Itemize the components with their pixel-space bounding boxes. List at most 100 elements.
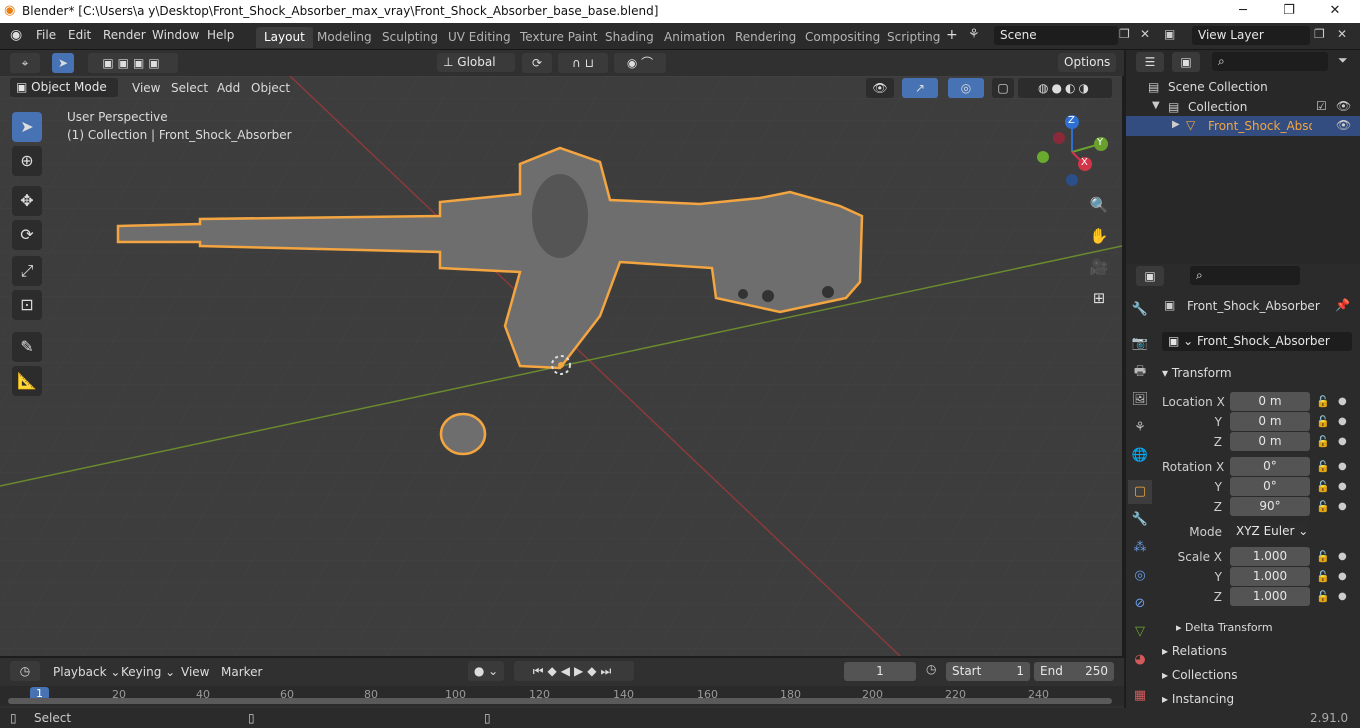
blender-menu-icon[interactable]: ◉ (10, 27, 22, 43)
location-x-lock-icon[interactable]: 🔓 (1316, 395, 1330, 408)
current-frame-field[interactable]: 1 (844, 662, 916, 681)
nut-part[interactable] (439, 412, 487, 456)
select-tool-icon[interactable]: ➤ (12, 112, 42, 142)
pan-hand-icon[interactable]: ✋ (1085, 222, 1113, 250)
transform-orientation-dropdown[interactable]: ⊥ Global (437, 53, 515, 72)
object-name-field[interactable]: ▣ ⌄ Front_Shock_Absorber (1162, 332, 1352, 351)
xray-toggle-icon[interactable]: ▢ (992, 78, 1014, 98)
object-visibility-icon[interactable]: 👁 (1336, 118, 1351, 132)
pin-icon[interactable]: 📌 (1335, 298, 1350, 312)
rotation-mode-dropdown[interactable]: XYZ Euler ⌄ (1230, 522, 1310, 541)
select-box-tool-icon[interactable]: ➤ (52, 53, 74, 73)
location-y-lock-icon[interactable]: 🔓 (1316, 415, 1330, 428)
rotation-z-field[interactable]: 90° (1230, 497, 1310, 516)
shading-mode-icons[interactable]: ◍●◐◑ (1018, 78, 1112, 98)
tab-texture-paint[interactable]: Texture Paint (512, 27, 605, 48)
timeline-menu-playback[interactable]: Playback ⌄ (53, 665, 120, 679)
3d-viewport[interactable]: Z Y X User Perspective (1) Collection | … (0, 76, 1122, 656)
delta-transform-header[interactable]: ▸ Delta Transform (1176, 621, 1273, 634)
close-button[interactable]: ✕ (1312, 2, 1358, 22)
tab-compositing[interactable]: Compositing (797, 27, 888, 48)
timeline-menu-marker[interactable]: Marker (221, 665, 262, 679)
collection-label[interactable]: Collection (1188, 100, 1247, 114)
location-y-keyframe-icon[interactable]: ● (1338, 416, 1347, 427)
location-x-keyframe-icon[interactable]: ● (1338, 396, 1347, 407)
collection-expand-icon[interactable]: ▼ (1152, 100, 1160, 111)
filter-icon[interactable]: ⏷ (1338, 53, 1348, 68)
viewport-menu-add[interactable]: Add (217, 81, 240, 95)
object-expand-icon[interactable]: ▶ (1172, 119, 1180, 130)
object-properties-icon[interactable]: ▢ (1128, 480, 1152, 504)
grid-view-icon[interactable]: ⊞ (1085, 284, 1113, 312)
collection-visibility-icon[interactable]: 👁 (1336, 99, 1351, 113)
particles-properties-icon[interactable]: ⁂ (1128, 536, 1152, 560)
start-frame-field[interactable]: Start 1 (946, 662, 1030, 681)
tab-animation[interactable]: Animation (656, 27, 733, 48)
world-properties-icon[interactable]: 🌐 (1128, 444, 1152, 468)
modifier-properties-icon[interactable]: 🔧 (1128, 508, 1152, 532)
scale-y-field[interactable]: 1.000 (1230, 567, 1310, 586)
maximize-button[interactable]: ❐ (1266, 2, 1312, 22)
render-properties-icon[interactable]: 📷 (1128, 332, 1152, 356)
texture-properties-icon[interactable]: ▦ (1128, 684, 1152, 708)
auto-keying-icon[interactable]: ● ⌄ (468, 661, 504, 681)
rotation-x-keyframe-icon[interactable]: ● (1338, 461, 1347, 472)
data-properties-icon[interactable]: ▽ (1128, 620, 1152, 644)
scale-z-keyframe-icon[interactable]: ● (1338, 591, 1347, 602)
scale-y-lock-icon[interactable]: 🔓 (1316, 570, 1330, 583)
viewport-menu-select[interactable]: Select (171, 81, 208, 95)
location-x-field[interactable]: 0 m (1230, 392, 1310, 411)
cursor-tool-icon[interactable]: ⊕ (12, 146, 42, 176)
camera-icon[interactable]: 🎥 (1085, 253, 1113, 281)
viewport-canvas[interactable] (0, 76, 1122, 656)
menu-file[interactable]: File (36, 28, 56, 42)
tab-rendering[interactable]: Rendering (727, 27, 804, 48)
transform-tool-icon[interactable]: ⊡ (12, 290, 42, 320)
rotate-tool-icon[interactable]: ⟳ (12, 220, 42, 250)
new-scene-icon[interactable]: ❐ (1119, 27, 1130, 41)
tab-shading[interactable]: Shading (597, 27, 662, 48)
scale-z-field[interactable]: 1.000 (1230, 587, 1310, 606)
tab-sculpting[interactable]: Sculpting (374, 27, 446, 48)
location-z-field[interactable]: 0 m (1230, 432, 1310, 451)
outliner-editor-icon[interactable]: ☰ (1136, 52, 1164, 72)
end-frame-field[interactable]: End 250 (1034, 662, 1114, 681)
tab-scripting[interactable]: Scripting (879, 27, 948, 48)
measure-tool-icon[interactable]: 📐 (12, 366, 42, 396)
tool-properties-icon[interactable]: 🔧 (1128, 298, 1152, 322)
location-z-keyframe-icon[interactable]: ● (1338, 436, 1347, 447)
relations-section-header[interactable]: ▸ Relations (1162, 644, 1227, 658)
outliner-search-input[interactable]: ⌕ (1212, 52, 1328, 71)
rotation-x-field[interactable]: 0° (1230, 457, 1310, 476)
collections-section-header[interactable]: ▸ Collections (1162, 668, 1237, 682)
scale-x-lock-icon[interactable]: 🔓 (1316, 550, 1330, 563)
rotation-y-lock-icon[interactable]: 🔓 (1316, 480, 1330, 493)
proportional-edit-icon[interactable]: ◉ ⌒ (614, 53, 666, 73)
rotation-y-keyframe-icon[interactable]: ● (1338, 481, 1347, 492)
rotation-x-lock-icon[interactable]: 🔓 (1316, 460, 1330, 473)
menu-help[interactable]: Help (207, 28, 234, 42)
overlay-toggle-icon[interactable]: ◎ (948, 78, 984, 98)
mode-dropdown[interactable]: ▣ Object Mode (10, 78, 118, 97)
timeline-ruler[interactable]: 1 20 40 60 80 100 120 140 160 180 200 22… (0, 686, 1124, 706)
minimize-button[interactable]: ─ (1220, 2, 1266, 22)
view-layer-icon[interactable]: ▣ (1164, 27, 1175, 41)
properties-editor-icon[interactable]: ▣ (1136, 266, 1164, 286)
scale-tool-icon[interactable]: ⤢ (12, 256, 42, 286)
playback-controls-icons[interactable]: ⏮◆◀▶◆⏭ (514, 661, 634, 681)
transform-section-header[interactable]: ▾ Transform (1162, 366, 1232, 380)
constraints-properties-icon[interactable]: ⊘ (1128, 592, 1152, 616)
snap-icon[interactable]: ∩ ⊔ (558, 53, 608, 73)
viewport-menu-object[interactable]: Object (251, 81, 290, 95)
rotation-z-lock-icon[interactable]: 🔓 (1316, 500, 1330, 513)
zoom-icon[interactable]: 🔍 (1085, 191, 1113, 219)
pivot-point-icon[interactable]: ⟳ (522, 53, 552, 73)
location-z-lock-icon[interactable]: 🔓 (1316, 435, 1330, 448)
gizmo-toggle-icon[interactable]: ↗ (902, 78, 938, 98)
timeline-menu-keying[interactable]: Keying ⌄ (121, 665, 175, 679)
outliner-row-selected[interactable]: ▶ ▽ Front_Shock_Absorber 👁 (1126, 116, 1360, 136)
timeline-editor-icon[interactable]: ◷ (10, 661, 40, 681)
scene-icon[interactable]: ⚘ (968, 27, 980, 42)
view-layer-selector[interactable]: View Layer (1192, 26, 1310, 45)
properties-search-input[interactable]: ⌕ (1190, 266, 1300, 285)
